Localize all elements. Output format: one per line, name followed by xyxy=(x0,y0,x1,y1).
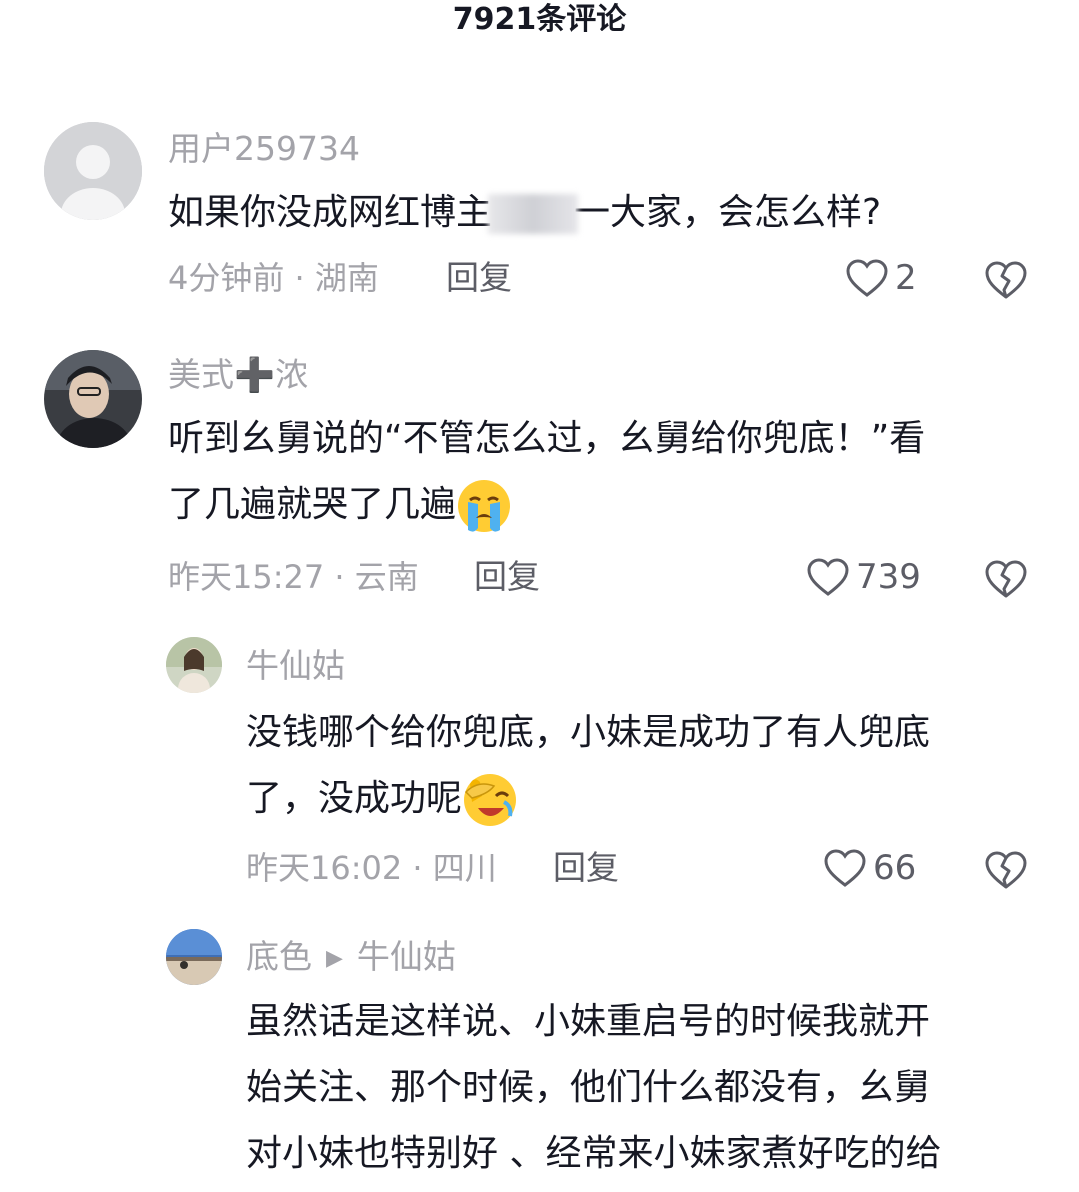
comment-text-part: 了，没成功呢 xyxy=(246,778,463,819)
like-button[interactable]: 66 xyxy=(823,846,916,890)
comment-count-title: 7921条评论 xyxy=(452,2,627,37)
user-photo-avatar xyxy=(44,350,142,448)
comment-meta: 昨天16:02 · 四川 xyxy=(246,849,497,887)
broken-heart-icon[interactable] xyxy=(984,557,1028,601)
comment-text: 没钱哪个给你兜底，小妹是成功了有人兜底 了，没成功呢 xyxy=(246,700,930,832)
comment-text-part: 了几遍就哭了几遍 xyxy=(168,484,457,525)
avatar[interactable] xyxy=(44,122,142,220)
triangle-arrow-icon: ▶ xyxy=(326,945,343,971)
comment-text: 虽然话是这样说、小妹重启号的时候我就开 始关注、那个时候，他们什么都没有，幺舅 … xyxy=(246,989,941,1187)
username[interactable]: 牛仙姑 xyxy=(246,646,345,686)
comment-text: 如果你没成网红博主 一大家，会怎么样? xyxy=(168,180,881,246)
heart-icon xyxy=(846,259,888,297)
comment-meta: 4分钟前 · 湖南 xyxy=(168,259,379,297)
comment-text-line: 没钱哪个给你兜底，小妹是成功了有人兜底 xyxy=(246,712,931,753)
comments-header: 7921条评论 xyxy=(0,0,1079,44)
comment-text-part: 一大家，会怎么样? xyxy=(574,192,882,233)
heart-icon xyxy=(807,558,849,596)
avatar[interactable] xyxy=(44,350,142,448)
reply-button[interactable]: 回复 xyxy=(446,258,512,298)
default-avatar-icon xyxy=(44,122,142,220)
reply-target-username[interactable]: 牛仙姑 xyxy=(357,937,456,976)
comment-text: 听到幺舅说的“不管怎么过，幺舅给你兜底！”看 了几遍就哭了几遍 xyxy=(168,406,925,538)
like-button[interactable]: 2 xyxy=(845,256,917,300)
like-count: 739 xyxy=(856,557,921,597)
avatar[interactable] xyxy=(166,637,222,693)
comment-text-line: 了，没成功呢 xyxy=(246,766,930,832)
facepalm-laugh-emoji xyxy=(464,774,517,826)
comment-text-line: 始关注、那个时候，他们什么都没有，幺舅 xyxy=(246,1067,931,1108)
username-with-reply-target: 底色 ▶ 牛仙姑 xyxy=(246,937,456,979)
like-count: 2 xyxy=(895,258,917,298)
comment-text-line: 听到幺舅说的“不管怎么过，幺舅给你兜底！”看 xyxy=(168,418,926,459)
username[interactable]: 美式➕浓 xyxy=(168,355,308,395)
username[interactable]: 用户259734 xyxy=(168,129,360,169)
reply-button[interactable]: 回复 xyxy=(553,848,619,888)
user-photo-avatar xyxy=(166,929,222,985)
comment-text-part: 如果你没成网红博主 xyxy=(168,192,493,233)
avatar[interactable] xyxy=(166,929,222,985)
username[interactable]: 底色 xyxy=(246,937,312,976)
heart-icon xyxy=(824,849,866,887)
like-count: 66 xyxy=(873,848,917,888)
broken-heart-icon[interactable] xyxy=(984,848,1028,892)
comment-text-line: 了几遍就哭了几遍 xyxy=(168,472,925,538)
comment-text-line: 虽然话是这样说、小妹重启号的时候我就开 xyxy=(246,1001,931,1042)
user-photo-avatar xyxy=(166,637,222,693)
broken-heart-icon[interactable] xyxy=(984,258,1028,302)
crying-emoji xyxy=(458,480,511,532)
comment-text-line: 对小妹也特别好 、经常来小妹家煮好吃的给 xyxy=(246,1133,942,1174)
reply-button[interactable]: 回复 xyxy=(474,557,540,597)
like-button[interactable]: 739 xyxy=(806,555,921,599)
blurred-text-mask xyxy=(488,194,579,234)
comment-meta: 昨天15:27 · 云南 xyxy=(168,558,419,596)
